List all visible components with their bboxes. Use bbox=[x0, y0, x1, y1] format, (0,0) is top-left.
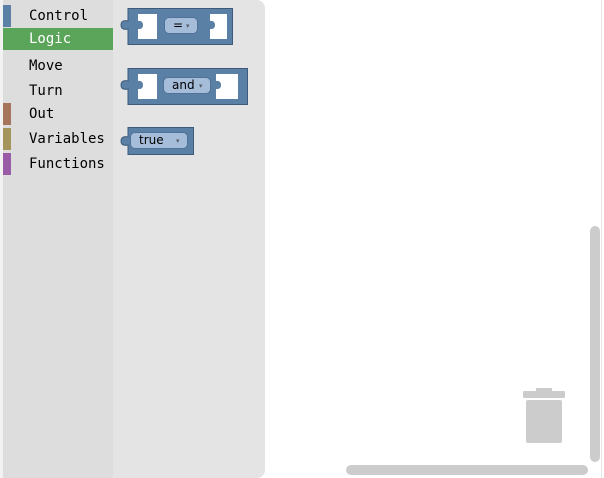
horizontal-scrollbar[interactable] bbox=[346, 465, 588, 475]
chevron-down-icon: ▾ bbox=[199, 82, 203, 90]
chevron-down-icon: ▾ bbox=[186, 22, 190, 30]
category-label: Variables bbox=[29, 131, 105, 147]
toolbox-category-turn[interactable]: Turn bbox=[3, 80, 113, 102]
toolbox-category-functions[interactable]: Functions bbox=[3, 153, 113, 175]
toolbox-category-out[interactable]: Out bbox=[3, 103, 113, 125]
operator-dropdown[interactable]: = ▾ bbox=[164, 17, 198, 34]
toolbox-category-variables[interactable]: Variables bbox=[3, 128, 113, 150]
category-color-swatch bbox=[3, 153, 11, 175]
blockly-editor: Control Logic Move Turn Out Variables Fu… bbox=[0, 0, 604, 478]
trash-can-icon[interactable] bbox=[522, 386, 566, 446]
category-label: Turn bbox=[29, 83, 63, 99]
logic-boolean-block[interactable]: true ▾ bbox=[120, 127, 195, 156]
toolbox: Control Logic Move Turn Out Variables Fu… bbox=[3, 0, 113, 478]
value-dropdown[interactable]: true ▾ bbox=[130, 132, 188, 149]
logic-operation-block[interactable]: and ▾ bbox=[120, 68, 249, 106]
category-label: Out bbox=[29, 106, 55, 122]
value-text: true bbox=[139, 133, 164, 147]
category-color-swatch bbox=[3, 103, 11, 125]
right-border bbox=[601, 0, 602, 478]
vertical-scrollbar[interactable] bbox=[590, 226, 600, 462]
chevron-down-icon: ▾ bbox=[176, 137, 180, 145]
category-color-swatch bbox=[3, 5, 11, 27]
operator-text: = bbox=[173, 18, 184, 32]
category-label: Control bbox=[29, 8, 89, 24]
category-label: Functions bbox=[29, 156, 105, 172]
trash-can-graphic bbox=[523, 388, 565, 443]
operator-text: and bbox=[172, 78, 195, 92]
toolbox-category-logic[interactable]: Logic bbox=[3, 28, 113, 50]
category-color-swatch bbox=[3, 128, 11, 150]
category-color-swatch bbox=[3, 28, 11, 50]
toolbox-category-control[interactable]: Control bbox=[3, 5, 113, 27]
logic-compare-block[interactable]: = ▾ bbox=[120, 8, 234, 46]
category-label: Move bbox=[29, 58, 63, 74]
operator-dropdown[interactable]: and ▾ bbox=[163, 77, 211, 94]
category-label: Logic bbox=[29, 31, 72, 47]
toolbox-category-move[interactable]: Move bbox=[3, 55, 113, 77]
